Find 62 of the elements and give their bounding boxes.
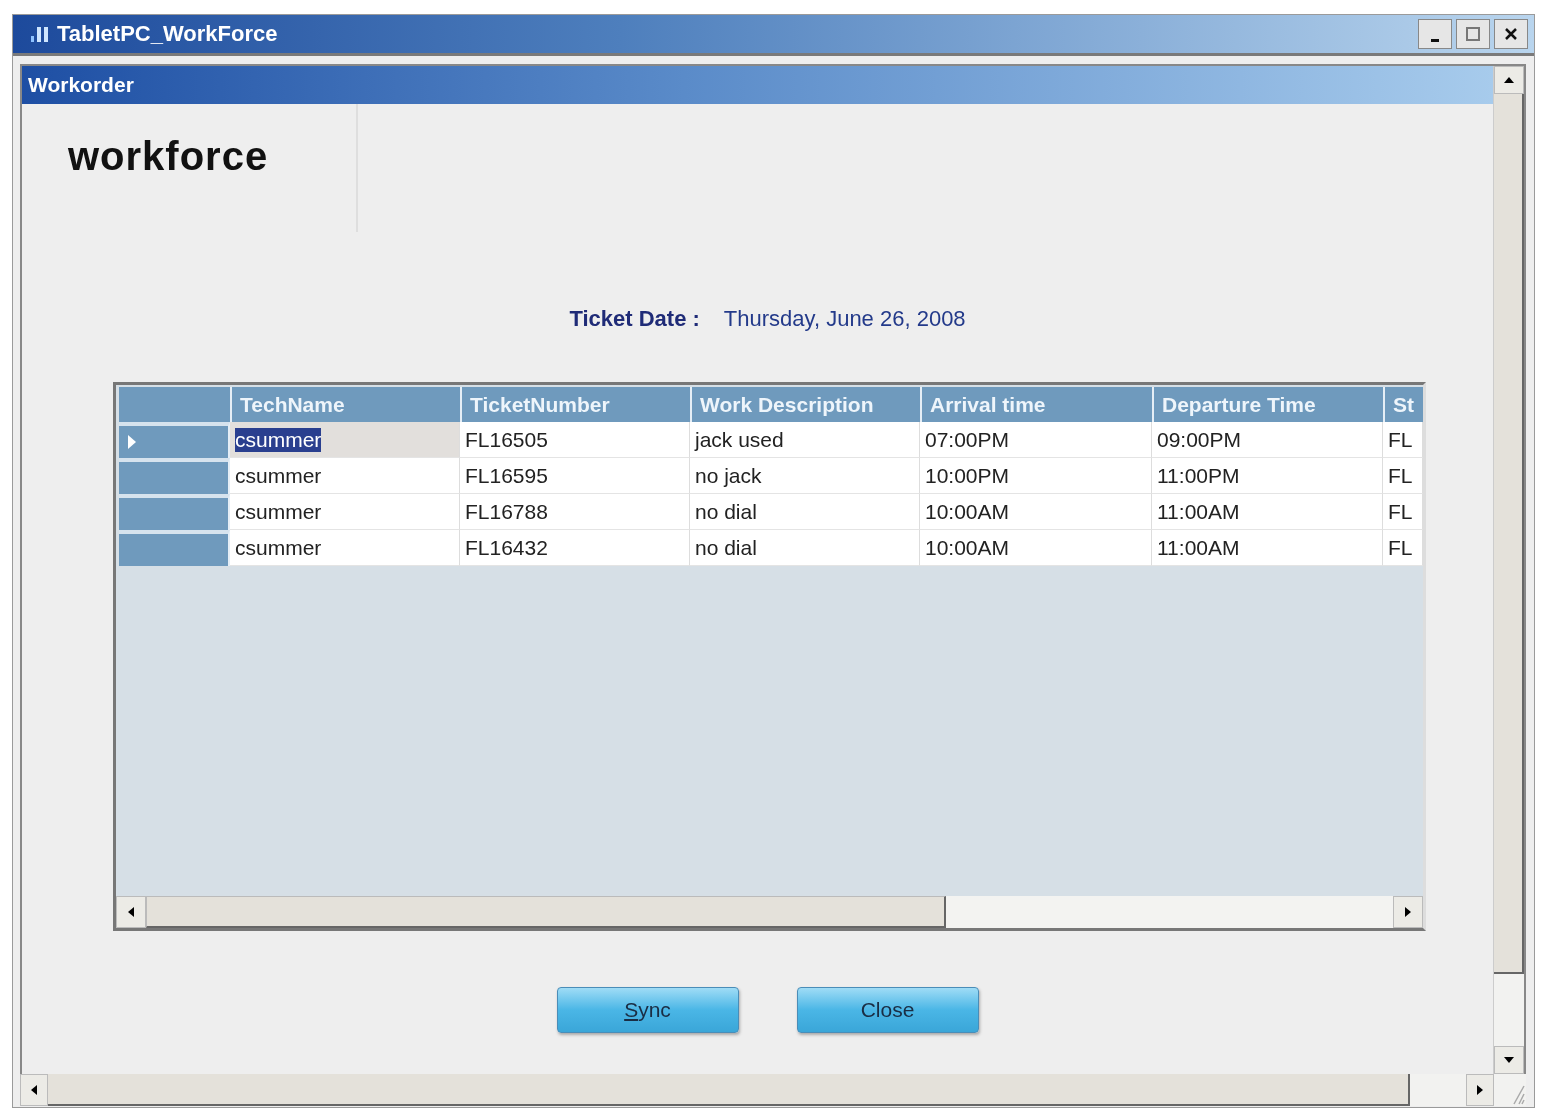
table-cell: 10:00AM (920, 530, 1152, 566)
scroll-right-button[interactable] (1466, 1074, 1494, 1106)
table-cell: FL (1383, 458, 1423, 494)
table-cell: FL16595 (460, 458, 690, 494)
table-cell: FL16505 (460, 422, 690, 458)
table-cell: jack used (690, 422, 920, 458)
logo-text: workforce (68, 134, 269, 178)
column-header[interactable]: Work Description (692, 387, 922, 422)
column-header[interactable]: TicketNumber (462, 387, 692, 422)
horizontal-scrollbar[interactable] (116, 896, 1423, 928)
scroll-up-button[interactable] (1494, 66, 1524, 94)
table-cell: 11:00AM (1152, 530, 1383, 566)
table-cell: 07:00PM (920, 422, 1152, 458)
table-cell: FL (1383, 530, 1423, 566)
table-cell: no dial (690, 530, 920, 566)
table-cell: csummer (230, 458, 460, 494)
table-cell: 11:00PM (1152, 458, 1383, 494)
row-pointer-icon (127, 434, 137, 450)
table-cell: FL (1383, 422, 1423, 458)
close-icon (1503, 26, 1519, 42)
ticket-date-value: Thursday, June 26, 2008 (723, 306, 966, 332)
table-cell: csummer (230, 494, 460, 530)
minimize-icon (1431, 38, 1439, 42)
column-header[interactable]: TechName (232, 387, 462, 422)
up-triangle-icon (1503, 76, 1515, 84)
maximize-icon (1465, 26, 1481, 42)
app-icon (29, 24, 51, 44)
vertical-scrollbar[interactable] (1493, 66, 1524, 1074)
column-header[interactable]: St (1385, 387, 1423, 422)
table-cell: no dial (690, 494, 920, 530)
table-cell: no jack (690, 458, 920, 494)
close-button[interactable] (1494, 19, 1528, 49)
table-cell: 10:00AM (920, 494, 1152, 530)
action-button[interactable]: Close (796, 987, 979, 1033)
ticket-date-label: Ticket Date : (569, 306, 700, 332)
down-triangle-icon (1503, 1056, 1515, 1064)
action-button[interactable]: Sync (556, 987, 739, 1033)
table-cell: FL (1383, 494, 1423, 530)
scroll-thumb[interactable] (1494, 94, 1524, 974)
table-cell: 10:00PM (920, 458, 1152, 494)
table-cell: FL16432 (460, 530, 690, 566)
left-triangle-icon (30, 1084, 38, 1096)
scroll-right-button[interactable] (1393, 896, 1423, 928)
table-cell: FL16788 (460, 494, 690, 530)
table-cell: 11:00AM (1152, 494, 1383, 530)
table-cell: csummer (230, 530, 460, 566)
maximize-button[interactable] (1456, 19, 1490, 49)
scroll-left-button[interactable] (20, 1074, 48, 1106)
right-triangle-icon (1404, 906, 1412, 918)
scroll-down-button[interactable] (1494, 1046, 1524, 1074)
window-title: TabletPC_WorkForce (57, 21, 279, 47)
form-title: Workorder (28, 73, 134, 97)
left-triangle-icon (127, 906, 135, 918)
right-triangle-icon (1476, 1084, 1484, 1096)
column-header[interactable]: Departure Time (1154, 387, 1385, 422)
minimize-button[interactable] (1418, 19, 1452, 49)
scroll-thumb[interactable] (146, 896, 946, 928)
selected-text: csummer (235, 427, 322, 452)
table-cell: 09:00PM (1152, 422, 1383, 458)
column-header[interactable]: Arrival time (922, 387, 1154, 422)
scroll-left-button[interactable] (116, 896, 146, 928)
row-header[interactable] (119, 422, 230, 458)
